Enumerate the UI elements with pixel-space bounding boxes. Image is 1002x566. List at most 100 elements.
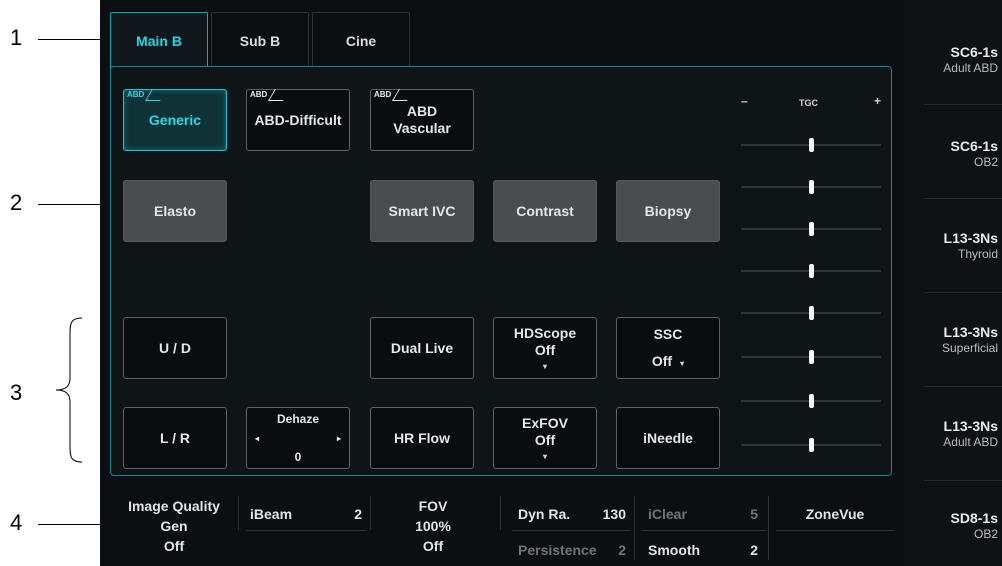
- ibeam-control[interactable]: iBeam 2: [250, 506, 362, 522]
- ultrasound-touch-screen: Main B Sub B Cine ABD Generic ABD ABD-Di…: [100, 0, 1002, 566]
- probe-preset-item[interactable]: L13-3Ns Thyroid: [944, 230, 998, 261]
- preset-abd-difficult-button[interactable]: ABD ABD-Difficult: [246, 89, 350, 151]
- tab-main-b[interactable]: Main B: [110, 12, 208, 68]
- fov-state: Off: [422, 538, 444, 554]
- divider: [924, 198, 1002, 199]
- callout-3: 3: [10, 380, 23, 405]
- probe-preset: Adult ABD: [943, 435, 998, 449]
- callout-1-line: [38, 39, 100, 40]
- tgc-slider[interactable]: [741, 350, 881, 364]
- callout-2: 2: [10, 190, 23, 215]
- probe-preset-item[interactable]: L13-3Ns Adult ABD: [943, 418, 998, 449]
- tgc-slider[interactable]: [741, 264, 881, 278]
- preset-abd-vascular-button[interactable]: ABD ABD Vascular: [370, 89, 474, 151]
- preset-generic-label: Generic: [148, 111, 202, 128]
- tgc-slider[interactable]: [741, 306, 881, 320]
- persistence-control[interactable]: Persistence 2: [518, 542, 626, 558]
- dehaze-arrows: ◂ ▸: [255, 430, 341, 447]
- divider: [500, 496, 501, 530]
- probe-name: SD8-1s: [950, 510, 998, 526]
- iclear-control[interactable]: iClear 5: [648, 506, 758, 522]
- divider: [776, 530, 894, 531]
- probe-preset-item[interactable]: SD8-1s OB2: [951, 510, 998, 541]
- tab-cine[interactable]: Cine: [312, 12, 410, 66]
- fov-control[interactable]: FOV 100% Off: [378, 496, 488, 556]
- tgc-slider-thumb[interactable]: [809, 222, 814, 236]
- exfov-label: ExFOV: [522, 414, 568, 431]
- biopsy-button[interactable]: Biopsy: [616, 180, 720, 242]
- probe-name: L13-3Ns: [943, 418, 998, 434]
- dynra-value: 130: [602, 506, 626, 522]
- smooth-value: 2: [750, 542, 758, 558]
- ssc-button[interactable]: SSC Off ▾: [616, 317, 720, 379]
- ssc-label: SSC: [653, 326, 683, 342]
- tab-sub-b[interactable]: Sub B: [211, 12, 309, 66]
- zonevue-button[interactable]: ZoneVue: [776, 506, 894, 522]
- dynra-label: Dyn Ra.: [518, 506, 571, 522]
- divider: [238, 496, 239, 530]
- abd-tag: ABD: [123, 89, 160, 100]
- hr-flow-button[interactable]: HR Flow: [370, 407, 474, 469]
- smart-ivc-button[interactable]: Smart IVC: [370, 180, 474, 242]
- divider: [924, 292, 1002, 293]
- probe-preset: OB2: [973, 155, 998, 169]
- probe-preset: Adult ABD: [943, 61, 998, 75]
- tgc-slider-thumb[interactable]: [809, 180, 814, 194]
- probe-preset-item[interactable]: SC6-1s Adult ABD: [943, 44, 998, 75]
- tgc-slider-thumb[interactable]: [809, 138, 814, 152]
- tgc-slider[interactable]: [741, 438, 881, 452]
- smooth-label: Smooth: [648, 542, 701, 558]
- dehaze-control[interactable]: Dehaze ◂ ▸ 0: [246, 407, 350, 469]
- preset-abd-vascular-line2: Vascular: [393, 120, 451, 136]
- divider: [246, 530, 366, 531]
- probe-preset: OB2: [973, 527, 998, 541]
- persistence-value: 2: [618, 542, 626, 558]
- image-quality-control[interactable]: Image Quality Gen Off: [116, 496, 232, 556]
- hdscope-button[interactable]: HDScope Off ▾: [493, 317, 597, 379]
- fov-value: 100%: [415, 518, 451, 534]
- callout-1: 1: [10, 25, 23, 50]
- up-down-flip-button[interactable]: U / D: [123, 317, 227, 379]
- arrow-right-icon[interactable]: ▸: [337, 430, 341, 447]
- tgc-slider-thumb[interactable]: [809, 394, 814, 408]
- tgc-slider[interactable]: [741, 180, 881, 194]
- abd-tag: ABD: [370, 89, 407, 100]
- iclear-value: 5: [750, 506, 758, 522]
- hdscope-label: HDScope: [513, 324, 577, 341]
- tgc-slider-thumb[interactable]: [809, 306, 814, 320]
- tgc-slider[interactable]: [741, 222, 881, 236]
- ibeam-label: iBeam: [250, 506, 293, 522]
- probe-preset-item[interactable]: L13-3Ns Superficial: [942, 324, 998, 355]
- left-right-flip-button[interactable]: L / R: [123, 407, 227, 469]
- arrow-left-icon[interactable]: ◂: [255, 430, 259, 447]
- elasto-button[interactable]: Elasto: [123, 180, 227, 242]
- probe-preset-item[interactable]: SC6-1s OB2: [951, 138, 998, 169]
- divider: [642, 530, 766, 531]
- divider: [370, 496, 371, 530]
- tgc-minus: –: [741, 94, 748, 108]
- exfov-button[interactable]: ExFOV Off ▾: [493, 407, 597, 469]
- tgc-slider-thumb[interactable]: [809, 438, 814, 452]
- preset-generic-button[interactable]: ABD Generic: [123, 89, 227, 151]
- tgc-plus: +: [873, 94, 881, 108]
- divider: [924, 480, 1002, 481]
- probe-name: SC6-1s: [950, 138, 998, 154]
- ineedle-button[interactable]: iNeedle: [616, 407, 720, 469]
- tgc-slider-thumb[interactable]: [809, 264, 814, 278]
- tgc-label: TGC: [799, 98, 818, 108]
- ibeam-value: 2: [354, 506, 362, 522]
- tgc-slider-thumb[interactable]: [809, 350, 814, 364]
- smooth-control[interactable]: Smooth 2: [648, 542, 758, 558]
- probe-preset: Superficial: [941, 341, 998, 355]
- dynamic-range-control[interactable]: Dyn Ra. 130: [518, 506, 626, 522]
- image-quality-gen: Gen: [160, 518, 188, 534]
- divider: [634, 496, 635, 560]
- callout-2-line: [38, 204, 100, 205]
- tgc-slider[interactable]: [741, 138, 881, 152]
- contrast-button[interactable]: Contrast: [493, 180, 597, 242]
- tgc-slider[interactable]: [741, 394, 881, 408]
- callout-3-brace: [55, 317, 83, 463]
- dual-live-button[interactable]: Dual Live: [370, 317, 474, 379]
- divider: [768, 496, 769, 560]
- iclear-label: iClear: [648, 506, 687, 522]
